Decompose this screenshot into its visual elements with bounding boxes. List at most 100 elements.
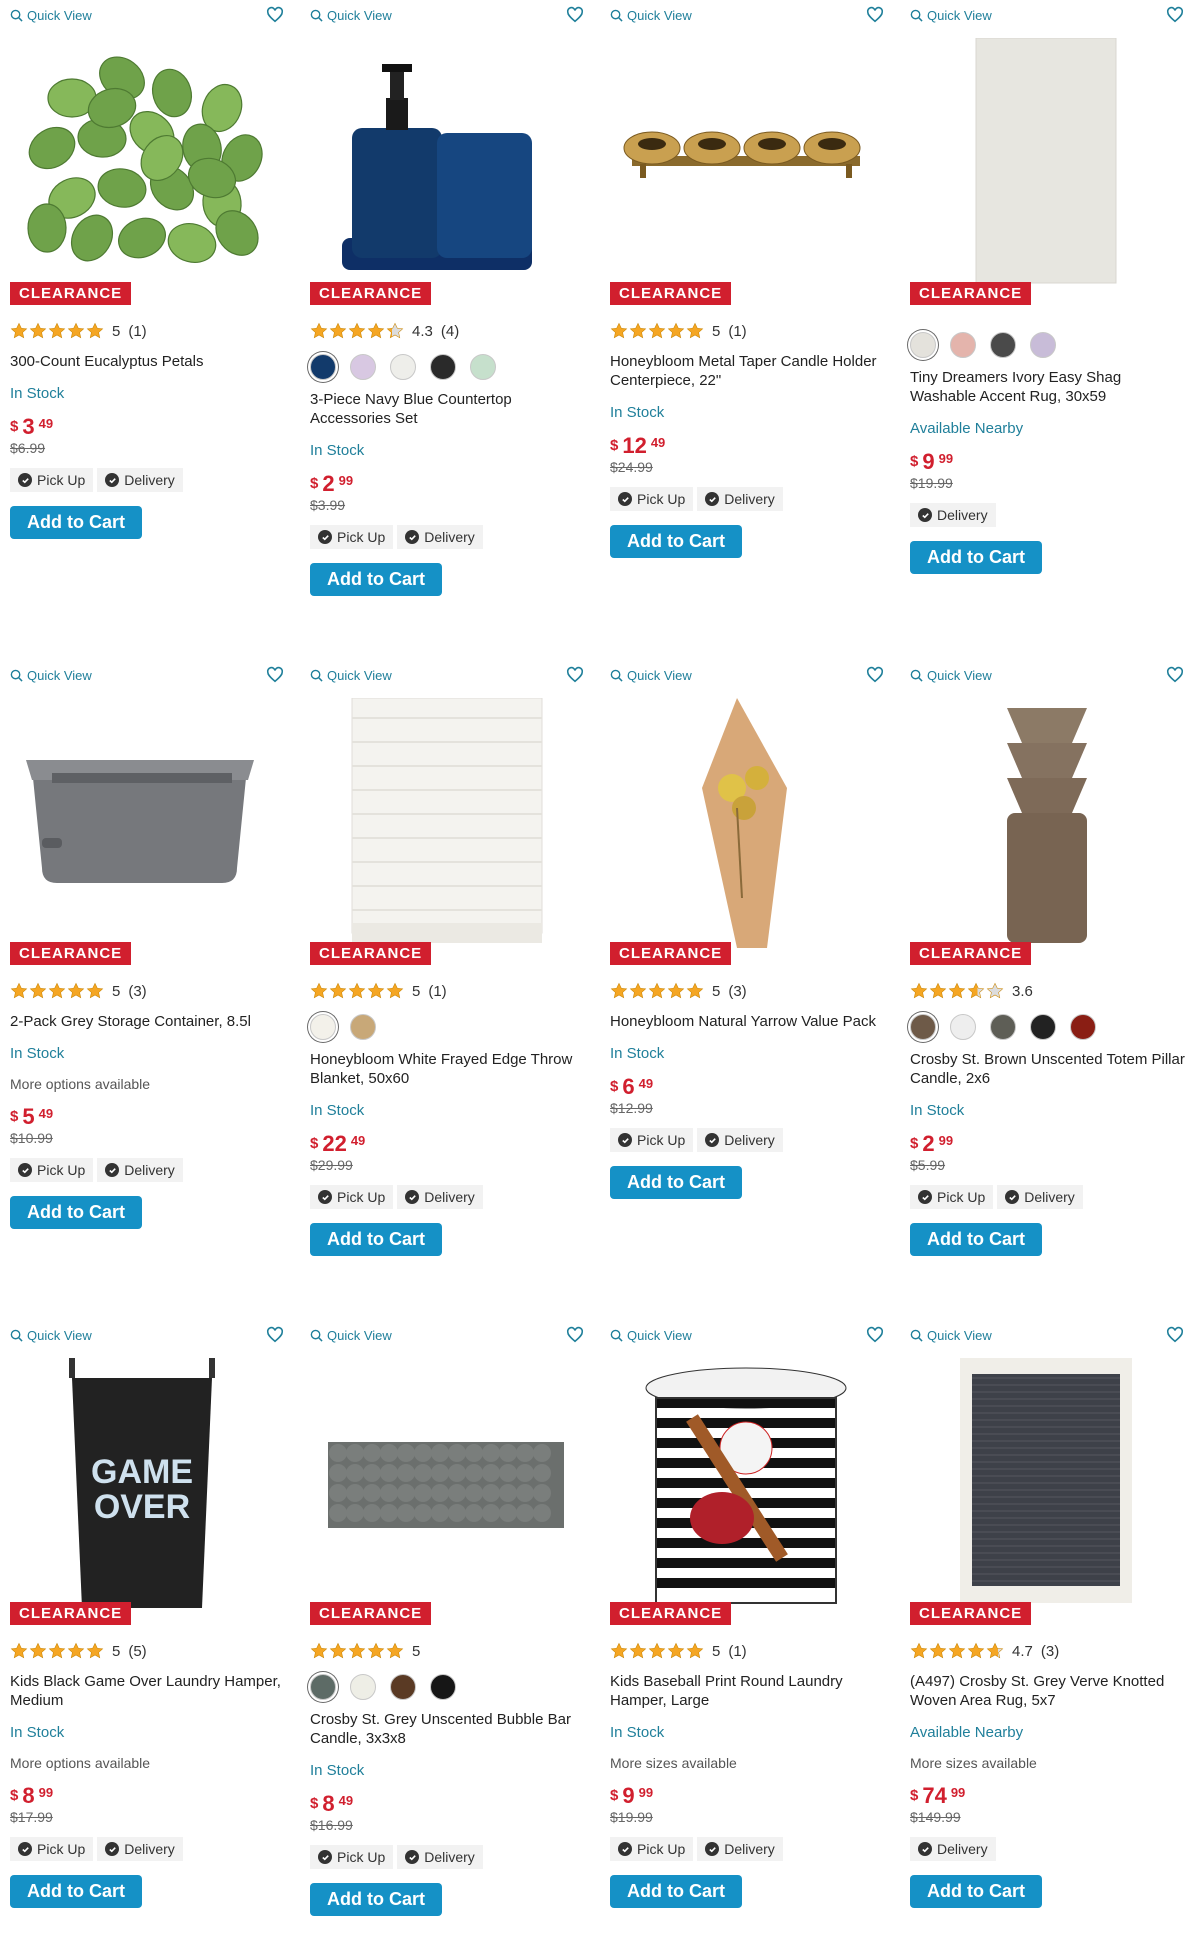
add-to-cart-button[interactable]: Add to Cart <box>910 1875 1042 1908</box>
delivery-option[interactable]: Delivery <box>97 1837 183 1861</box>
product-title[interactable]: Tiny Dreamers Ivory Easy Shag Washable A… <box>910 368 1190 406</box>
product-image[interactable] <box>312 38 580 288</box>
color-swatch[interactable] <box>470 354 496 380</box>
product-title[interactable]: Honeybloom White Frayed Edge Throw Blank… <box>310 1050 590 1088</box>
heart-icon[interactable] <box>266 6 284 24</box>
add-to-cart-button[interactable]: Add to Cart <box>610 525 742 558</box>
product-image[interactable] <box>312 1358 580 1608</box>
product-image[interactable] <box>612 1358 880 1608</box>
rating[interactable]: 5 (5) <box>10 1640 290 1662</box>
color-swatch[interactable] <box>430 1674 456 1700</box>
rating[interactable]: 5 <box>310 1640 590 1662</box>
heart-icon[interactable] <box>866 1326 884 1344</box>
color-swatch[interactable] <box>350 354 376 380</box>
color-swatch[interactable] <box>390 354 416 380</box>
rating[interactable]: 5 (3) <box>610 980 890 1002</box>
delivery-option[interactable]: Delivery <box>397 525 483 549</box>
rating[interactable]: 3.6 <box>910 980 1190 1002</box>
product-title[interactable]: (A497) Crosby St. Grey Verve Knotted Wov… <box>910 1672 1190 1710</box>
pick-up-option[interactable]: Pick Up <box>10 1837 94 1861</box>
color-swatch[interactable] <box>310 1674 336 1700</box>
heart-icon[interactable] <box>1166 1326 1184 1344</box>
pick-up-option[interactable]: Pick Up <box>310 1185 394 1209</box>
quick-view-link[interactable]: Quick View <box>910 8 992 23</box>
color-swatch[interactable] <box>310 1014 336 1040</box>
color-swatch[interactable] <box>910 332 936 358</box>
heart-icon[interactable] <box>566 1326 584 1344</box>
product-title[interactable]: 300-Count Eucalyptus Petals <box>10 352 290 371</box>
delivery-option[interactable]: Delivery <box>910 503 996 527</box>
heart-icon[interactable] <box>866 6 884 24</box>
product-title[interactable]: Crosby St. Brown Unscented Totem Pillar … <box>910 1050 1190 1088</box>
product-image[interactable] <box>12 698 280 948</box>
rating[interactable]: 5 (1) <box>610 320 890 342</box>
product-title[interactable]: 3-Piece Navy Blue Countertop Accessories… <box>310 390 590 428</box>
color-swatch[interactable] <box>350 1014 376 1040</box>
color-swatch[interactable] <box>430 354 456 380</box>
product-image[interactable] <box>912 698 1180 948</box>
delivery-option[interactable]: Delivery <box>697 487 783 511</box>
pick-up-option[interactable]: Pick Up <box>910 1185 994 1209</box>
product-image[interactable] <box>312 698 580 948</box>
heart-icon[interactable] <box>1166 6 1184 24</box>
heart-icon[interactable] <box>866 666 884 684</box>
color-swatch[interactable] <box>950 1014 976 1040</box>
pick-up-option[interactable]: Pick Up <box>310 525 394 549</box>
pick-up-option[interactable]: Pick Up <box>610 487 694 511</box>
pick-up-option[interactable]: Pick Up <box>310 1845 394 1869</box>
product-image[interactable] <box>912 1358 1180 1608</box>
add-to-cart-button[interactable]: Add to Cart <box>610 1875 742 1908</box>
quick-view-link[interactable]: Quick View <box>310 1328 392 1343</box>
product-title[interactable]: Honeybloom Metal Taper Candle Holder Cen… <box>610 352 890 390</box>
rating[interactable]: 5 (3) <box>10 980 290 1002</box>
quick-view-link[interactable]: Quick View <box>610 668 692 683</box>
rating[interactable]: 5 (1) <box>10 320 290 342</box>
product-title[interactable]: Honeybloom Natural Yarrow Value Pack <box>610 1012 890 1031</box>
product-image[interactable] <box>612 38 880 288</box>
delivery-option[interactable]: Delivery <box>397 1185 483 1209</box>
delivery-option[interactable]: Delivery <box>910 1837 996 1861</box>
add-to-cart-button[interactable]: Add to Cart <box>310 1223 442 1256</box>
delivery-option[interactable]: Delivery <box>697 1837 783 1861</box>
color-swatch[interactable] <box>950 332 976 358</box>
color-swatch[interactable] <box>1030 1014 1056 1040</box>
color-swatch[interactable] <box>350 1674 376 1700</box>
quick-view-link[interactable]: Quick View <box>10 668 92 683</box>
product-image[interactable] <box>12 38 280 288</box>
color-swatch[interactable] <box>390 1674 416 1700</box>
delivery-option[interactable]: Delivery <box>397 1845 483 1869</box>
color-swatch[interactable] <box>990 1014 1016 1040</box>
quick-view-link[interactable]: Quick View <box>310 8 392 23</box>
heart-icon[interactable] <box>566 666 584 684</box>
heart-icon[interactable] <box>1166 666 1184 684</box>
add-to-cart-button[interactable]: Add to Cart <box>10 506 142 539</box>
quick-view-link[interactable]: Quick View <box>10 8 92 23</box>
add-to-cart-button[interactable]: Add to Cart <box>910 1223 1042 1256</box>
quick-view-link[interactable]: Quick View <box>610 8 692 23</box>
add-to-cart-button[interactable]: Add to Cart <box>310 563 442 596</box>
product-image[interactable]: GAME OVER <box>12 1358 280 1608</box>
product-title[interactable]: 2-Pack Grey Storage Container, 8.5l <box>10 1012 290 1031</box>
color-swatch[interactable] <box>990 332 1016 358</box>
quick-view-link[interactable]: Quick View <box>310 668 392 683</box>
heart-icon[interactable] <box>566 6 584 24</box>
color-swatch[interactable] <box>1070 1014 1096 1040</box>
quick-view-link[interactable]: Quick View <box>910 668 992 683</box>
pick-up-option[interactable]: Pick Up <box>610 1128 694 1152</box>
delivery-option[interactable]: Delivery <box>97 468 183 492</box>
color-swatch[interactable] <box>910 1014 936 1040</box>
add-to-cart-button[interactable]: Add to Cart <box>610 1166 742 1199</box>
color-swatch[interactable] <box>1030 332 1056 358</box>
product-image[interactable] <box>612 698 880 948</box>
delivery-option[interactable]: Delivery <box>697 1128 783 1152</box>
color-swatch[interactable] <box>310 354 336 380</box>
product-image[interactable] <box>912 38 1180 288</box>
quick-view-link[interactable]: Quick View <box>910 1328 992 1343</box>
delivery-option[interactable]: Delivery <box>997 1185 1083 1209</box>
add-to-cart-button[interactable]: Add to Cart <box>10 1875 142 1908</box>
product-title[interactable]: Crosby St. Grey Unscented Bubble Bar Can… <box>310 1710 590 1748</box>
delivery-option[interactable]: Delivery <box>97 1158 183 1182</box>
heart-icon[interactable] <box>266 666 284 684</box>
product-title[interactable]: Kids Baseball Print Round Laundry Hamper… <box>610 1672 890 1710</box>
rating[interactable]: 5 (1) <box>310 980 590 1002</box>
